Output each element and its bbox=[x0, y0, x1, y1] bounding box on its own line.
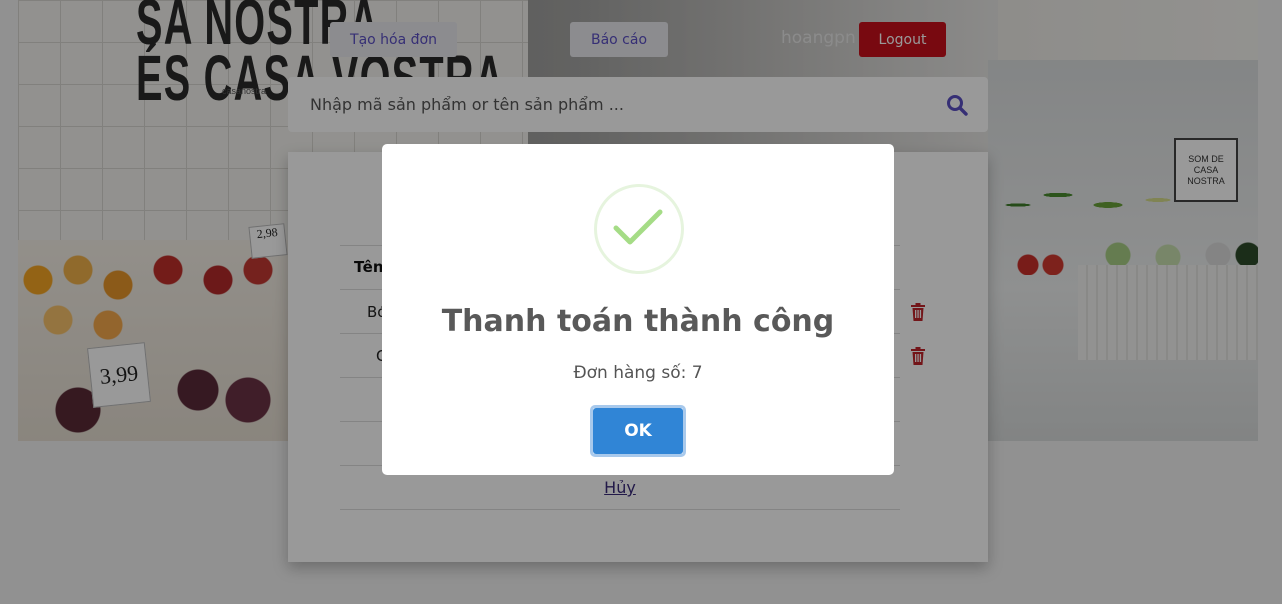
ok-button-label: OK bbox=[593, 408, 683, 454]
dialog-title: Thanh toán thành công bbox=[441, 304, 835, 339]
checkmark-icon bbox=[612, 206, 664, 252]
success-dialog: Thanh toán thành công Đơn hàng số: 7 OK bbox=[382, 144, 894, 475]
dialog-message: Đơn hàng số: 7 bbox=[573, 363, 703, 383]
ok-button[interactable]: OK bbox=[590, 405, 686, 457]
